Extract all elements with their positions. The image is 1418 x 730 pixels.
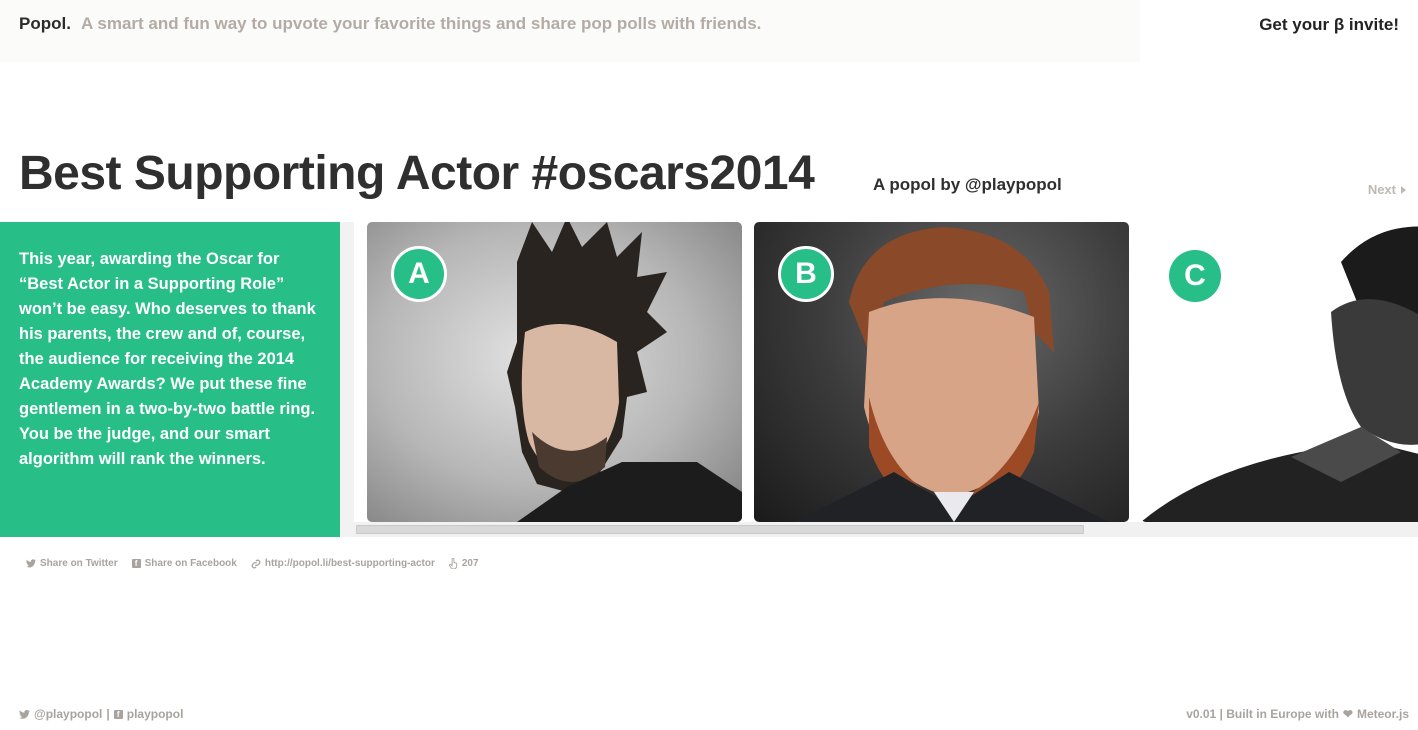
- poll-title: Best Supporting Actor #oscars2014: [19, 147, 815, 200]
- vote-count: 207: [448, 558, 479, 569]
- link-icon: [251, 559, 261, 569]
- chevron-right-icon: [1401, 185, 1406, 194]
- share-twitter-label: Share on Twitter: [40, 558, 118, 569]
- share-facebook-link[interactable]: f Share on Facebook: [131, 558, 237, 569]
- footer-credits: v0.01 | Built in Europe with ❤ Meteor.js: [1186, 707, 1409, 721]
- footer-social: @playpopol | f playpopol: [19, 707, 183, 721]
- footer-meteor-link[interactable]: Meteor.js: [1357, 707, 1409, 721]
- scrollbar-thumb[interactable]: [356, 525, 1084, 534]
- facebook-icon: f: [113, 709, 123, 719]
- option-card-b[interactable]: B: [754, 222, 1129, 522]
- share-bar: Share on Twitter f Share on Facebook htt…: [26, 558, 479, 569]
- permalink-url: http://popol.li/best-supporting-actor: [264, 558, 435, 569]
- footer-facebook-link[interactable]: playpopol: [127, 707, 184, 721]
- vote-count-value: 207: [461, 558, 479, 569]
- poll-byline[interactable]: A popol by @playpopol: [873, 175, 1062, 195]
- permalink[interactable]: http://popol.li/best-supporting-actor: [251, 558, 435, 569]
- option-b-badge: B: [778, 246, 834, 302]
- option-card-c[interactable]: C: [1141, 222, 1418, 522]
- footer-separator: |: [106, 707, 110, 721]
- get-invite-link[interactable]: Get your β invite!: [1259, 15, 1399, 35]
- option-card-a[interactable]: A: [367, 222, 742, 522]
- brand-logo[interactable]: Popol.: [19, 14, 71, 34]
- next-label: Next: [1367, 182, 1396, 197]
- footer-version: v0.01 | Built in Europe with: [1186, 707, 1339, 721]
- poll-description-panel: This year, awarding the Oscar for “Best …: [0, 222, 340, 537]
- heart-icon: ❤: [1342, 707, 1353, 721]
- poll-description: This year, awarding the Oscar for “Best …: [19, 250, 316, 468]
- top-bar: Popol. A smart and fun way to upvote you…: [0, 0, 1140, 62]
- option-c-badge: C: [1169, 250, 1221, 302]
- twitter-icon: [19, 709, 30, 719]
- carousel-scrollbar[interactable]: [354, 523, 1418, 537]
- option-a-badge: A: [391, 246, 447, 302]
- options-carousel[interactable]: A B C: [354, 222, 1418, 522]
- facebook-icon: f: [131, 559, 141, 568]
- share-facebook-label: Share on Facebook: [144, 558, 237, 569]
- next-button[interactable]: Next: [1368, 182, 1406, 197]
- share-twitter-link[interactable]: Share on Twitter: [26, 558, 118, 569]
- tagline: A smart and fun way to upvote your favor…: [81, 14, 762, 33]
- hand-pointer-icon: [448, 558, 458, 569]
- twitter-icon: [26, 559, 36, 568]
- footer-twitter-link[interactable]: @playpopol: [34, 707, 102, 721]
